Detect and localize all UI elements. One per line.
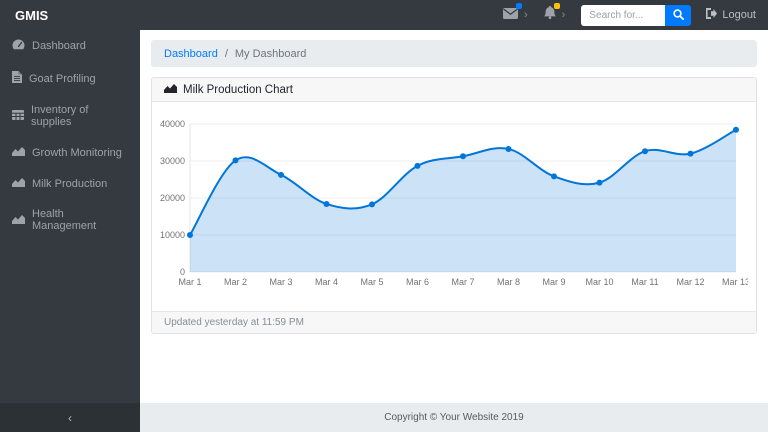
sidebar-item-dashboard[interactable]: Dashboard <box>0 30 140 62</box>
svg-text:Mar 5: Mar 5 <box>360 277 383 287</box>
sidebar-item-label: Health Management <box>32 208 97 232</box>
page-footer: Copyright © Your Website 2019 <box>140 403 768 432</box>
chevron-right-icon: › <box>561 8 566 21</box>
sidebar-item-label: Inventory of supplies <box>31 104 89 128</box>
card-body: 0 10000 20000 30000 40000 Mar 1 Mar 2 Mar 3 Mar … <box>152 102 756 311</box>
sidebar-item-label: Dashboard <box>32 40 86 52</box>
navbar-search <box>581 4 692 26</box>
sidebar: Dashboard Goat Profiling Inventory of su… <box>0 30 140 432</box>
svg-text:Mar 1: Mar 1 <box>178 277 201 287</box>
svg-text:Mar 11: Mar 11 <box>631 277 658 287</box>
svg-text:20000: 20000 <box>160 193 185 203</box>
sidebar-item-label: Growth Monitoring <box>32 146 122 159</box>
messages-badge <box>516 3 522 9</box>
svg-text:Mar 9: Mar 9 <box>542 277 565 287</box>
svg-text:Mar 6: Mar 6 <box>406 277 429 287</box>
table-icon <box>12 109 24 123</box>
file-icon <box>12 71 22 86</box>
svg-text:0: 0 <box>180 267 185 277</box>
svg-text:Mar 3: Mar 3 <box>269 277 292 287</box>
tachometer-icon <box>12 39 25 53</box>
bell-icon <box>543 3 560 24</box>
brand-logo[interactable]: GMIS <box>0 8 140 23</box>
svg-text:Mar 8: Mar 8 <box>497 277 520 287</box>
logout-button[interactable]: Logout <box>705 8 756 22</box>
sidebar-item-label: Goat Profiling <box>29 72 96 85</box>
sign-out-icon <box>705 8 718 22</box>
sidebar-item-milk-production[interactable]: Milk Production <box>0 168 140 199</box>
alerts-dropdown[interactable]: › <box>543 3 566 24</box>
chart-area-icon <box>164 83 177 96</box>
chart-area-icon <box>12 214 25 227</box>
svg-text:Mar 2: Mar 2 <box>224 277 247 287</box>
top-navbar: GMIS › › Search for... Logout <box>0 0 768 30</box>
milk-production-card: Milk Production Chart 0 10000 20000 30000 40… <box>151 77 757 334</box>
milk-production-area-chart: 0 10000 20000 30000 40000 Mar 1 Mar 2 Mar 3 Mar … <box>160 119 750 287</box>
svg-text:Mar 4: Mar 4 <box>315 277 338 287</box>
breadcrumb-separator: / <box>224 47 228 60</box>
card-header: Milk Production Chart <box>152 78 756 102</box>
svg-text:Mar 7: Mar 7 <box>451 277 474 287</box>
svg-text:Mar 12: Mar 12 <box>676 277 704 287</box>
sidebar-item-label: Milk Production <box>32 177 108 190</box>
svg-text:Mar 13: Mar 13 <box>722 277 748 287</box>
chart-area-icon <box>12 177 25 190</box>
sidebar-item-health-management[interactable]: Health Management <box>0 199 140 241</box>
logout-label: Logout <box>722 9 756 21</box>
chart-area-icon <box>12 146 25 159</box>
sidebar-item-growth-monitoring[interactable]: Growth Monitoring <box>0 137 140 168</box>
search-icon <box>673 8 684 23</box>
svg-text:40000: 40000 <box>160 119 185 129</box>
sidebar-item-inventory[interactable]: Inventory of supplies <box>0 95 140 137</box>
search-button[interactable] <box>665 4 692 26</box>
chevron-right-icon: › <box>524 8 528 21</box>
envelope-icon <box>503 3 522 24</box>
search-input[interactable] <box>581 4 666 26</box>
svg-text:Mar 10: Mar 10 <box>585 277 613 287</box>
main-content: Dashboard / My Dashboard Milk Production… <box>140 30 768 403</box>
messages-dropdown[interactable]: › <box>503 3 528 24</box>
alerts-badge <box>553 3 560 9</box>
svg-text:10000: 10000 <box>160 230 185 240</box>
svg-text:30000: 30000 <box>160 156 185 166</box>
copyright-text: Copyright © Your Website 2019 <box>384 412 524 423</box>
breadcrumb-link-dashboard[interactable]: Dashboard <box>164 48 218 60</box>
card-title: Milk Production Chart <box>183 83 293 96</box>
sidebar-collapse-toggle[interactable]: ‹ <box>0 403 140 432</box>
breadcrumb-current: My Dashboard <box>234 47 307 60</box>
sidebar-item-goat-profiling[interactable]: Goat Profiling <box>0 62 140 95</box>
navbar-right: › › Logo <box>503 3 768 26</box>
breadcrumb: Dashboard / My Dashboard <box>151 40 757 67</box>
app-window: GMIS › › Search for... Logout Dashboard … <box>0 0 768 432</box>
card-footer: Updated yesterday at 11:59 PM <box>152 311 756 333</box>
chevron-left-icon: ‹ <box>68 410 72 425</box>
card-updated-text: Updated yesterday at 11:59 PM <box>164 317 304 328</box>
